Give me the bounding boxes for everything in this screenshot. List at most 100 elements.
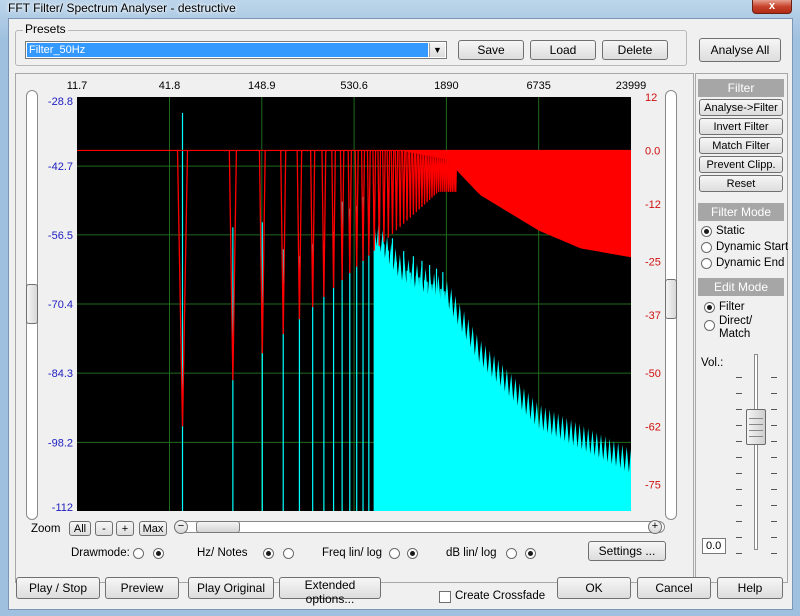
zoom-max-button[interactable]: Max xyxy=(139,521,167,536)
zoom-in-button[interactable]: + xyxy=(116,521,134,536)
invert-filter-button[interactable]: Invert Filter xyxy=(699,118,783,135)
right-tick-label: -25 xyxy=(645,257,661,269)
x-tick-labels: 11.7 41.8 148.9 530.6 1890 6735 23999 xyxy=(67,80,647,92)
cancel-button[interactable]: Cancel xyxy=(637,577,711,599)
x-tick-label: 1890 xyxy=(434,80,458,92)
volume-tick xyxy=(771,425,777,426)
analyse-all-button[interactable]: Analyse All xyxy=(699,38,781,62)
analyse-filter-button[interactable]: Analyse->Filter xyxy=(699,99,783,116)
volume-tick xyxy=(771,521,777,522)
edit-mode-direct-match-radio[interactable] xyxy=(704,320,715,331)
edit-mode-filter-label: Filter xyxy=(719,301,745,313)
x-tick-label: 23999 xyxy=(616,80,647,92)
left-tick-label: -98.2 xyxy=(48,437,73,449)
drawmode-radio-2[interactable] xyxy=(153,548,164,559)
reset-filter-button[interactable]: Reset xyxy=(699,175,783,192)
freq-log-radio[interactable] xyxy=(407,548,418,559)
volume-tick xyxy=(771,409,777,410)
hz-notes-radio-hz[interactable] xyxy=(263,548,274,559)
zoom-all-button[interactable]: All xyxy=(69,521,91,536)
zoom-scroll-left-button[interactable]: − xyxy=(174,520,188,534)
help-button[interactable]: Help xyxy=(717,577,783,599)
volume-tick xyxy=(736,425,742,426)
right-tick-label: -62 xyxy=(645,421,661,433)
spectrum-chart[interactable]: 11.7 41.8 148.9 530.6 1890 6735 23999 -28.8 -42… xyxy=(39,77,661,517)
edit-mode-header: Edit Mode xyxy=(698,278,784,296)
left-level-slider-thumb[interactable] xyxy=(26,284,38,324)
play-original-button[interactable]: Play Original xyxy=(188,577,274,599)
volume-tick xyxy=(736,409,742,410)
match-filter-button[interactable]: Match Filter xyxy=(699,137,783,154)
filter-mode-dynamic-end-radio[interactable] xyxy=(701,258,712,269)
filter-mode-static-radio[interactable] xyxy=(701,226,712,237)
volume-track[interactable] xyxy=(754,354,758,550)
load-preset-button[interactable]: Load xyxy=(530,40,596,60)
volume-tick xyxy=(771,473,777,474)
volume-tick xyxy=(736,393,742,394)
db-lin-radio[interactable] xyxy=(506,548,517,559)
filter-mode-static-label: Static xyxy=(716,225,745,237)
zoom-scroll-slider[interactable] xyxy=(175,521,665,533)
close-button[interactable]: x xyxy=(752,0,792,14)
freq-lin-log-label: Freq lin/ log xyxy=(322,547,383,559)
preset-dropdown[interactable]: Filter_50Hz ▼ xyxy=(25,41,447,59)
volume-tick xyxy=(771,505,777,506)
volume-tick xyxy=(736,457,742,458)
zoom-out-button[interactable]: - xyxy=(95,521,113,536)
volume-tick xyxy=(736,505,742,506)
presets-legend: Presets xyxy=(23,22,68,36)
play-stop-button[interactable]: Play / Stop xyxy=(16,577,100,599)
x-tick-label: 530.6 xyxy=(340,80,368,92)
volume-tick xyxy=(771,489,777,490)
zoom-scroll-thumb[interactable] xyxy=(196,521,240,533)
chevron-down-icon[interactable]: ▼ xyxy=(429,43,445,57)
right-level-slider[interactable] xyxy=(665,90,677,520)
filter-mode-dynamic-end-label: Dynamic End xyxy=(716,257,785,269)
title-bar[interactable]: FFT Filter/ Spectrum Analyser - destruct… xyxy=(0,0,800,18)
hz-notes-radio-notes[interactable] xyxy=(283,548,294,559)
volume-thumb[interactable] xyxy=(746,409,766,445)
db-lin-log-label: dB lin/ log xyxy=(446,547,497,559)
left-tick-label: -56.5 xyxy=(48,230,73,242)
volume-tick xyxy=(736,521,742,522)
left-tick-labels: -28.8 -42.7 -56.5 -70.4 -84.3 -98.2 -112 xyxy=(48,96,73,514)
volume-tick xyxy=(771,441,777,442)
right-tick-label: -12 xyxy=(645,199,661,211)
zoom-scroll-right-button[interactable]: + xyxy=(648,520,662,534)
right-tick-labels: 12 0.0 -12 -25 -37 -50 -62 -75 xyxy=(645,92,661,491)
prevent-clipping-button[interactable]: Prevent Clipp. xyxy=(699,156,783,173)
create-crossfade-label: Create Crossfade xyxy=(455,590,546,602)
volume-tick xyxy=(736,489,742,490)
window-title: FFT Filter/ Spectrum Analyser - destruct… xyxy=(8,1,236,15)
left-level-slider[interactable] xyxy=(26,90,38,520)
preview-button[interactable]: Preview xyxy=(105,577,179,599)
right-tick-label: 12 xyxy=(645,92,657,104)
edit-mode-match-label: Match xyxy=(719,328,751,340)
ok-button[interactable]: OK xyxy=(557,577,631,599)
edit-mode-filter-radio[interactable] xyxy=(704,302,715,313)
dialog-client: Presets Filter_50Hz ▼ Save Load Delete A… xyxy=(8,18,793,610)
volume-tick xyxy=(736,537,742,538)
volume-tick xyxy=(736,441,742,442)
create-crossfade-checkbox[interactable] xyxy=(439,591,451,603)
left-tick-label: -84.3 xyxy=(48,368,73,380)
filter-mode-dynamic-start-radio[interactable] xyxy=(701,242,712,253)
volume-value[interactable]: 0.0 xyxy=(702,538,726,554)
db-log-radio[interactable] xyxy=(525,548,536,559)
left-tick-label: -112 xyxy=(52,502,73,514)
volume-tick xyxy=(771,377,777,378)
zoom-label: Zoom xyxy=(31,523,61,535)
right-level-slider-thumb[interactable] xyxy=(665,279,677,319)
drawmode-label: Drawmode: xyxy=(71,547,130,559)
extended-options-button[interactable]: Extended options... xyxy=(279,577,381,606)
drawmode-radio-1[interactable] xyxy=(133,548,144,559)
delete-preset-button[interactable]: Delete xyxy=(602,40,668,60)
volume-tick xyxy=(736,553,742,554)
save-preset-button[interactable]: Save xyxy=(458,40,524,60)
volume-label: Vol.: xyxy=(701,357,724,369)
volume-tick xyxy=(771,393,777,394)
edit-mode-direct-label: Direct/ xyxy=(719,315,753,327)
settings-button[interactable]: Settings ... xyxy=(588,541,666,561)
freq-lin-radio[interactable] xyxy=(389,548,400,559)
preset-selected-value: Filter_50Hz xyxy=(27,43,428,57)
